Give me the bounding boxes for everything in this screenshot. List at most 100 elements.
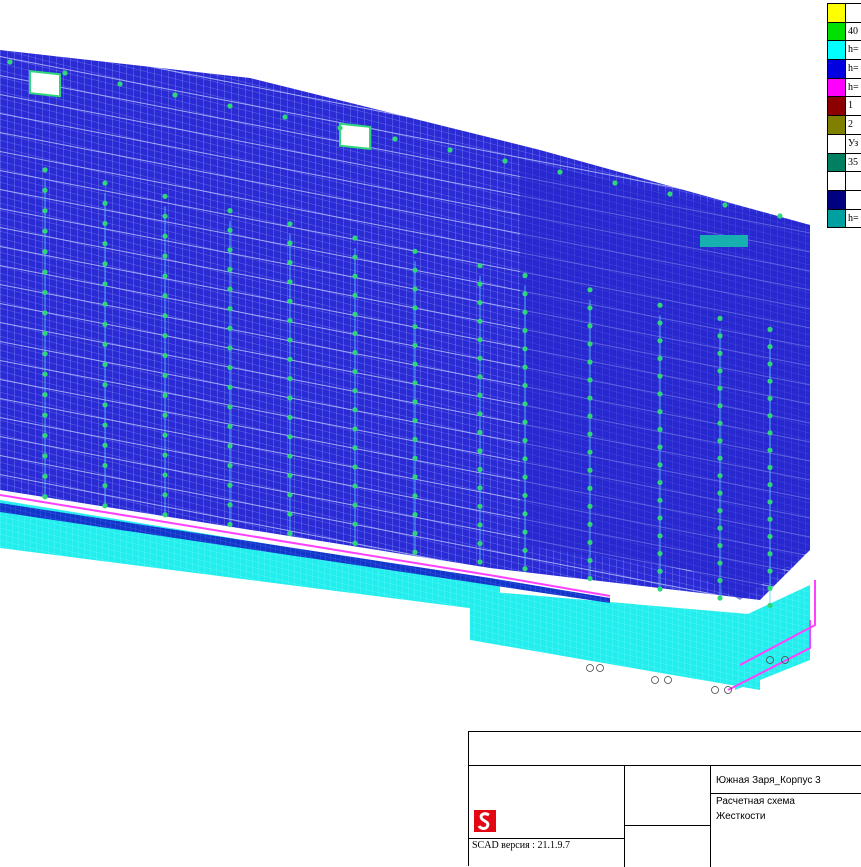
support-marker: [664, 676, 672, 684]
scheme-subtitle: Жесткости: [716, 811, 766, 822]
node-marker: [412, 530, 418, 537]
legend-swatch: [828, 116, 846, 134]
node-marker: [522, 547, 528, 554]
node-marker: [522, 419, 528, 425]
node-marker: [412, 549, 418, 555]
node-marker: [287, 221, 293, 227]
node-marker: [522, 364, 528, 370]
node-marker: [722, 202, 728, 208]
node-marker: [767, 361, 773, 367]
stair-core: [700, 235, 748, 247]
node-marker: [767, 568, 773, 574]
node-marker: [227, 227, 233, 233]
node-marker: [42, 330, 48, 336]
node-marker: [287, 317, 293, 324]
node-marker: [657, 355, 663, 362]
scheme-name: Расчетная схема: [716, 796, 795, 807]
node-marker: [667, 191, 673, 197]
node-marker: [412, 305, 418, 311]
node-marker: [42, 249, 48, 255]
node-marker: [102, 442, 108, 448]
node-marker: [522, 309, 528, 315]
node-marker: [42, 371, 48, 377]
node-marker: [162, 213, 168, 219]
node-marker: [227, 463, 233, 469]
node-marker: [392, 136, 398, 142]
node-marker: [412, 417, 418, 424]
node-marker: [477, 318, 483, 324]
node-marker: [522, 346, 528, 352]
node-marker: [352, 369, 358, 375]
node-marker: [477, 263, 483, 269]
legend-row: 2: [828, 116, 861, 135]
node-marker: [717, 525, 723, 531]
node-marker: [717, 350, 723, 356]
node-marker: [412, 474, 418, 480]
node-marker: [42, 228, 48, 234]
legend-swatch: [828, 41, 846, 60]
node-marker: [717, 473, 723, 479]
node-marker: [352, 521, 358, 527]
node-marker: [412, 512, 418, 518]
node-marker: [522, 492, 528, 499]
node-marker: [587, 341, 593, 347]
node-marker: [657, 444, 663, 450]
legend-swatch: [828, 97, 846, 116]
node-marker: [102, 321, 108, 327]
node-marker: [447, 147, 453, 153]
node-marker: [227, 306, 233, 312]
node-marker: [477, 374, 483, 380]
node-marker: [412, 361, 418, 367]
node-marker: [587, 413, 593, 419]
project-name: Южная Заря_Корпус 3: [716, 775, 821, 786]
node-marker: [102, 402, 108, 408]
node-marker: [657, 426, 663, 432]
node-marker: [102, 462, 108, 469]
node-marker: [227, 325, 233, 331]
node-marker: [477, 448, 483, 454]
node-marker: [227, 345, 233, 351]
node-marker: [352, 349, 358, 356]
node-marker: [717, 542, 723, 549]
node-marker: [522, 291, 528, 297]
node-marker: [767, 482, 773, 488]
node-marker: [162, 472, 168, 478]
node-marker: [587, 521, 593, 527]
node-marker: [412, 286, 418, 292]
node-marker: [287, 376, 293, 382]
node-marker: [7, 59, 13, 65]
node-marker: [717, 560, 723, 566]
node-marker: [657, 320, 663, 326]
node-marker: [102, 261, 108, 267]
support-marker: [586, 664, 594, 672]
node-marker: [287, 356, 293, 362]
node-marker: [412, 436, 418, 442]
node-marker: [287, 453, 293, 459]
node-marker: [477, 392, 483, 398]
node-marker: [657, 497, 663, 503]
node-marker: [162, 432, 168, 438]
legend-label: [846, 172, 848, 190]
node-marker: [522, 272, 528, 279]
node-marker: [477, 522, 483, 528]
node-marker: [102, 382, 108, 388]
node-marker: [767, 430, 773, 436]
legend-label: 40: [848, 25, 858, 37]
node-marker: [717, 595, 723, 601]
node-marker: [522, 566, 528, 572]
node-marker: [587, 467, 593, 473]
node-marker: [42, 289, 48, 296]
node-marker: [657, 409, 663, 415]
node-marker: [172, 92, 178, 98]
node-marker: [587, 431, 593, 437]
node-marker: [42, 167, 48, 173]
node-marker: [767, 464, 773, 471]
node-marker: [522, 511, 528, 517]
node-marker: [162, 293, 168, 299]
node-marker: [162, 313, 168, 319]
node-marker: [102, 341, 108, 348]
node-marker: [42, 453, 48, 459]
node-marker: [352, 330, 358, 337]
node-marker: [42, 310, 48, 316]
legend-label: [846, 191, 848, 209]
